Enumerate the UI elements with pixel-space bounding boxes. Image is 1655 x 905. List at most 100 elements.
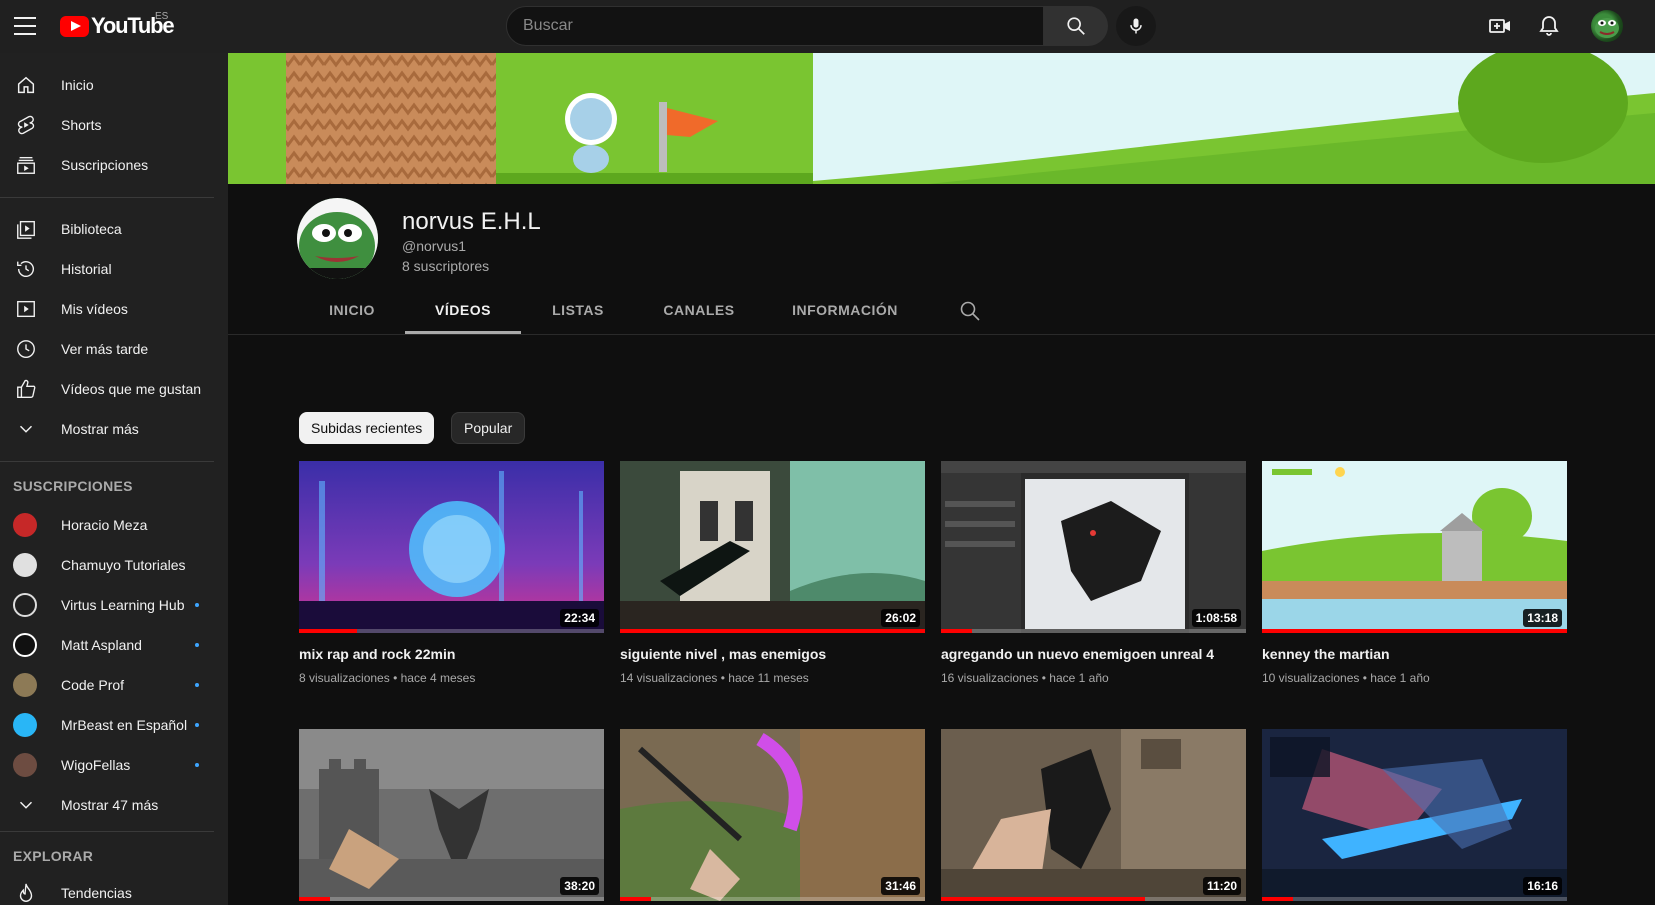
video-thumbnail[interactable]: 1:08:58 bbox=[941, 461, 1246, 633]
channel-avatar[interactable] bbox=[297, 198, 378, 279]
sidebar-sub-wigofellas[interactable]: WigoFellas bbox=[0, 745, 228, 785]
sidebar-sub-matt-aspland[interactable]: Matt Aspland bbox=[0, 625, 228, 665]
sidebar-item-label: Biblioteca bbox=[61, 221, 122, 237]
sidebar-item-inicio[interactable]: Inicio bbox=[0, 65, 228, 105]
sidebar-sub-horacio-meza[interactable]: Horacio Meza bbox=[0, 505, 228, 545]
account-avatar[interactable] bbox=[1591, 10, 1623, 42]
video-card[interactable]: 13:18 kenney the martian 10 visualizacio… bbox=[1262, 461, 1567, 685]
menu-icon[interactable] bbox=[14, 17, 36, 35]
sidebar-item-mostrar-mas-subs[interactable]: Mostrar 47 más bbox=[0, 785, 228, 825]
banner-art bbox=[228, 53, 1655, 184]
meta-separator: • bbox=[393, 671, 398, 685]
sidebar: Inicio Shorts Suscripciones Biblioteca H… bbox=[0, 53, 228, 905]
video-card[interactable]: 22:34 mix rap and rock 22min 8 visualiza… bbox=[299, 461, 604, 685]
tab-videos[interactable]: VÍDEOS bbox=[405, 295, 521, 335]
sidebar-item-label: Matt Aspland bbox=[61, 637, 142, 653]
sidebar-sub-virtus-learning-hub[interactable]: Virtus Learning Hub bbox=[0, 585, 228, 625]
search-button[interactable] bbox=[1044, 6, 1108, 46]
chevron-down-icon bbox=[14, 417, 38, 441]
voice-search-button[interactable] bbox=[1116, 6, 1156, 46]
chip-popular[interactable]: Popular bbox=[451, 412, 526, 444]
sidebar-item-label: Tendencias bbox=[61, 885, 132, 901]
video-duration: 22:34 bbox=[560, 609, 599, 627]
video-meta: 8 visualizaciones • hace 4 meses bbox=[299, 671, 604, 685]
video-card[interactable]: 11:20 bbox=[941, 729, 1246, 901]
watch-progress bbox=[620, 897, 651, 901]
watch-progress bbox=[620, 629, 925, 633]
avatar bbox=[13, 513, 37, 537]
sidebar-item-label: Shorts bbox=[61, 117, 102, 133]
sidebar-item-label: Historial bbox=[61, 261, 112, 277]
video-thumbnail[interactable]: 13:18 bbox=[1262, 461, 1567, 633]
tab-listas[interactable]: LISTAS bbox=[540, 295, 616, 335]
sidebar-item-label: Mostrar más bbox=[61, 421, 139, 437]
sidebar-sub-chamuyo-tutoriales[interactable]: Chamuyo Tutoriales bbox=[0, 545, 228, 585]
video-card[interactable]: 16:16 bbox=[1262, 729, 1567, 901]
subscriptions-section-title: SUSCRIPCIONES bbox=[13, 478, 133, 494]
video-age: hace 1 año bbox=[1370, 671, 1430, 685]
mic-icon bbox=[1130, 18, 1142, 34]
tab-inicio[interactable]: INICIO bbox=[318, 295, 386, 335]
watch-progress bbox=[299, 897, 330, 901]
video-thumbnail[interactable]: 38:20 bbox=[299, 729, 604, 901]
video-card[interactable]: 31:46 bbox=[620, 729, 925, 901]
avatar bbox=[13, 633, 37, 657]
create-video-icon[interactable] bbox=[1486, 12, 1514, 40]
video-card[interactable]: 26:02 siguiente nivel , mas enemigos 14 … bbox=[620, 461, 925, 685]
video-title[interactable]: kenney the martian bbox=[1262, 645, 1567, 663]
sidebar-item-ver-mas-tarde[interactable]: Ver más tarde bbox=[0, 329, 228, 369]
sidebar-item-tendencias[interactable]: Tendencias bbox=[0, 873, 228, 905]
channel-handle: @norvus1 bbox=[402, 238, 467, 254]
new-content-dot bbox=[195, 763, 199, 767]
video-duration: 38:20 bbox=[560, 877, 599, 895]
sidebar-sub-mrbeast-en-espanol[interactable]: MrBeast en Español bbox=[0, 705, 228, 745]
avatar bbox=[13, 713, 37, 737]
tab-canales[interactable]: CANALES bbox=[650, 295, 748, 335]
sidebar-item-shorts[interactable]: Shorts bbox=[0, 105, 228, 145]
sidebar-sub-code-prof[interactable]: Code Prof bbox=[0, 665, 228, 705]
search-input[interactable] bbox=[523, 17, 1043, 35]
video-thumbnail[interactable]: 16:16 bbox=[1262, 729, 1567, 901]
subscriber-count: 8 suscriptores bbox=[402, 258, 490, 274]
avatar bbox=[13, 593, 37, 617]
video-duration: 26:02 bbox=[881, 609, 920, 627]
sidebar-item-label: Code Prof bbox=[61, 677, 125, 693]
video-title[interactable]: siguiente nivel , mas enemigos bbox=[620, 645, 925, 663]
like-icon bbox=[14, 377, 38, 401]
video-duration: 31:46 bbox=[881, 877, 920, 895]
sidebar-item-label: Virtus Learning Hub bbox=[61, 597, 185, 613]
video-title[interactable]: agregando un nuevo enemigoen unreal 4 bbox=[941, 645, 1246, 663]
sidebar-item-mostrar-mas[interactable]: Mostrar más bbox=[0, 409, 228, 449]
trending-icon bbox=[14, 881, 38, 905]
sidebar-item-biblioteca[interactable]: Biblioteca bbox=[0, 209, 228, 249]
sidebar-item-historial[interactable]: Historial bbox=[0, 249, 228, 289]
sidebar-item-suscripciones[interactable]: Suscripciones bbox=[0, 145, 228, 185]
watch-progress bbox=[941, 629, 972, 633]
video-thumbnail[interactable]: 22:34 bbox=[299, 461, 604, 633]
bell-icon[interactable] bbox=[1535, 12, 1563, 40]
video-card[interactable]: 1:08:58 agregando un nuevo enemigoen unr… bbox=[941, 461, 1246, 685]
video-card[interactable]: 38:20 bbox=[299, 729, 604, 901]
sidebar-divider bbox=[0, 831, 214, 832]
watch-progress bbox=[941, 897, 1146, 901]
video-thumbnail[interactable]: 11:20 bbox=[941, 729, 1246, 901]
video-meta: 16 visualizaciones • hace 1 año bbox=[941, 671, 1246, 685]
youtube-play-icon bbox=[60, 15, 89, 37]
subscriptions-icon bbox=[14, 153, 38, 177]
sidebar-item-videos-que-me-gustan[interactable]: Vídeos que me gustan bbox=[0, 369, 228, 409]
channel-search-icon[interactable] bbox=[958, 299, 982, 323]
chip-subidas-recientes[interactable]: Subidas recientes bbox=[299, 412, 435, 444]
video-thumbnail[interactable]: 31:46 bbox=[620, 729, 925, 901]
video-age: hace 11 meses bbox=[728, 671, 809, 685]
sidebar-item-label: Inicio bbox=[61, 77, 94, 93]
tab-informacion[interactable]: INFORMACIÓN bbox=[790, 295, 900, 335]
my-videos-icon bbox=[14, 297, 38, 321]
video-meta: 14 visualizaciones • hace 11 meses bbox=[620, 671, 925, 685]
sidebar-item-label: Ver más tarde bbox=[61, 341, 149, 357]
watch-progress bbox=[1262, 897, 1293, 901]
new-content-dot bbox=[195, 603, 199, 607]
video-thumbnail[interactable]: 26:02 bbox=[620, 461, 925, 633]
sidebar-item-mis-videos[interactable]: Mis vídeos bbox=[0, 289, 228, 329]
video-title[interactable]: mix rap and rock 22min bbox=[299, 645, 604, 663]
sidebar-item-label: Suscripciones bbox=[61, 157, 149, 173]
